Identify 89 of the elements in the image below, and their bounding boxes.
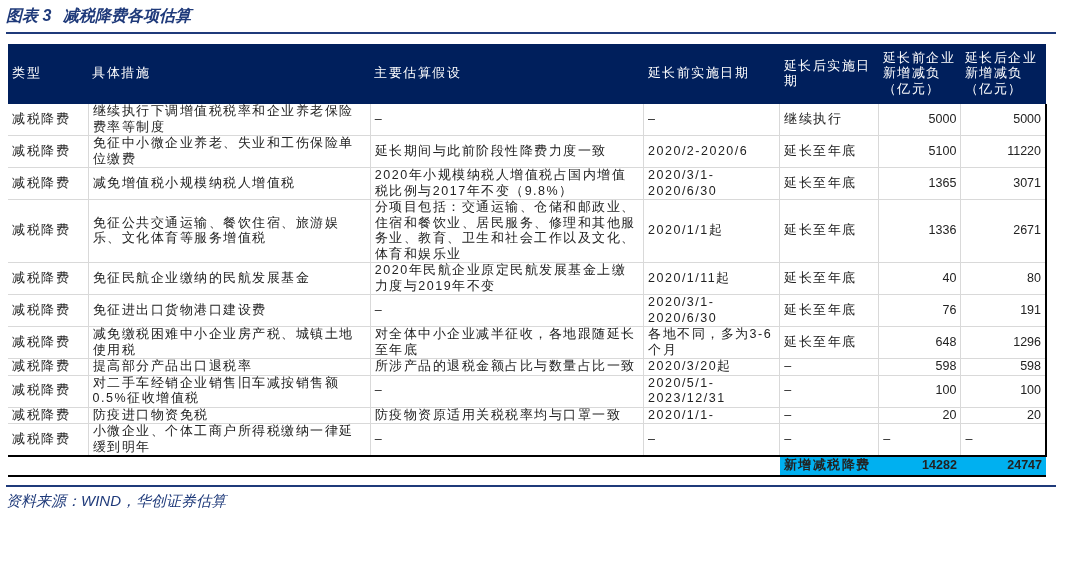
table-cell: – — [370, 294, 644, 327]
table-cell: 延长至年底 — [779, 262, 879, 295]
table-cell: 继续执行 — [779, 104, 879, 136]
table-cell: – — [779, 423, 879, 456]
total-value: 14282 — [878, 456, 961, 476]
table-cell: 减税降费 — [8, 167, 89, 200]
table-cell: 小微企业、个体工商户所得税缴纳一律延缓到明年 — [88, 423, 371, 456]
table-cell: 延长至年底 — [779, 167, 879, 200]
table-cell: 80 — [960, 262, 1046, 295]
table-cell: – — [643, 104, 780, 136]
table-cell: 延长至年底 — [779, 326, 879, 359]
table-cell: 5100 — [878, 135, 961, 168]
table-cell: 减税降费 — [8, 423, 89, 456]
table-cell: 防疫物资原适用关税税率均与口罩一致 — [370, 407, 644, 424]
table-cell: 1296 — [960, 326, 1046, 359]
table-cell: – — [370, 423, 644, 456]
table-cell: 648 — [878, 326, 961, 359]
table-cell: 免征中小微企业养老、失业和工伤保险单位缴费 — [88, 135, 371, 168]
table-cell: 免征公共交通运输、餐饮住宿、旅游娱乐、文化体育等服务增值税 — [88, 199, 371, 263]
table-cell: 2020/2-2020/6 — [643, 135, 780, 168]
table-cell: 5000 — [960, 104, 1046, 136]
table-cell: 延长期间与此前阶段性降费力度一致 — [370, 135, 644, 168]
table-cell: 1336 — [878, 199, 961, 263]
table-cell: 减税降费 — [8, 104, 89, 136]
table-cell: – — [878, 423, 961, 456]
table-cell: – — [643, 423, 780, 456]
total-label: 新增减税降费 — [779, 456, 879, 476]
column-header: 延长后企业新增减负（亿元） — [960, 44, 1046, 104]
table-cell: 分项目包括：交通运输、仓储和邮政业、住宿和餐饮业、居民服务、修理和其他服务业、教育、卫生和社会工作以及文化、体育和娱乐业 — [370, 199, 644, 263]
table-cell: 所涉产品的退税金额占比与数量占比一致 — [370, 358, 644, 375]
table-cell: 598 — [960, 358, 1046, 375]
table-cell: 减税降费 — [8, 326, 89, 359]
table-cell: 2020/1/1- — [643, 407, 780, 424]
table-cell: – — [370, 375, 644, 407]
table-cell: 20 — [878, 407, 961, 424]
table-cell: 免征进出口货物港口建设费 — [88, 294, 371, 327]
table-cell: 继续执行下调增值税税率和企业养老保险费率等制度 — [88, 104, 371, 136]
table-cell: 598 — [878, 358, 961, 375]
table-cell: 减免增值税小规模纳税人增值税 — [88, 167, 371, 200]
table-cell: 5000 — [878, 104, 961, 136]
column-header: 延长后实施日期 — [779, 44, 879, 104]
table-cell: 减税降费 — [8, 199, 89, 263]
table-cell: 减税降费 — [8, 262, 89, 295]
table-cell: 减税降费 — [8, 294, 89, 327]
table-cell: 延长至年底 — [779, 199, 879, 263]
table-cell: 提高部分产品出口退税率 — [88, 358, 371, 375]
table-cell: 2020/3/20起 — [643, 358, 780, 375]
table-cell: 2020/3/1-2020/6/30 — [643, 167, 780, 200]
table-cell: 20 — [960, 407, 1046, 424]
table-cell: 对二手车经销企业销售旧车减按销售额0.5%征收增值税 — [88, 375, 371, 407]
table-cell: – — [779, 358, 879, 375]
column-header: 类型 — [8, 44, 89, 104]
table-cell: 各地不同，多为3-6个月 — [643, 326, 780, 359]
table-cell: 2020/3/1-2020/6/30 — [643, 294, 780, 327]
table-cell: 2671 — [960, 199, 1046, 263]
table-cell: 减税降费 — [8, 407, 89, 424]
table-cell: 1365 — [878, 167, 961, 200]
table-cell: 2020年小规模纳税人增值税占国内增值税比例与2017年不变（9.8%） — [370, 167, 644, 200]
table-cell: – — [370, 104, 644, 136]
table-cell: 11220 — [960, 135, 1046, 168]
column-header: 延长前实施日期 — [643, 44, 780, 104]
table-cell: 免征民航企业缴纳的民航发展基金 — [88, 262, 371, 295]
figure-title: 减税降费各项估算 — [63, 6, 192, 26]
table-cell: 减税降费 — [8, 135, 89, 168]
table-cell: 100 — [960, 375, 1046, 407]
table-cell: 减免缴税困难中小企业房产税、城镇土地使用税 — [88, 326, 371, 359]
column-header: 具体措施 — [88, 44, 371, 104]
column-header: 主要估算假设 — [370, 44, 644, 104]
table-cell: 延长至年底 — [779, 135, 879, 168]
table-cell: 40 — [878, 262, 961, 295]
table-cell: 对全体中小企业减半征收，各地跟随延长至年底 — [370, 326, 644, 359]
table-cell: 2020/1/1起 — [643, 199, 780, 263]
table-cell: 2020/5/1-2023/12/31 — [643, 375, 780, 407]
table-cell: 191 — [960, 294, 1046, 327]
table-cell: 防疫进口物资免税 — [88, 407, 371, 424]
table-cell: 2020年民航企业原定民航发展基金上缴力度与2019年不变 — [370, 262, 644, 295]
table-cell: 3071 — [960, 167, 1046, 200]
table-cell: – — [779, 375, 879, 407]
table-cell: – — [779, 407, 879, 424]
table-cell: 76 — [878, 294, 961, 327]
table-cell: 2020/1/11起 — [643, 262, 780, 295]
table-cell: 减税降费 — [8, 375, 89, 407]
table-cell: 减税降费 — [8, 358, 89, 375]
total-value: 24747 — [960, 456, 1046, 476]
source-note: 资料来源：WIND，华创证券估算 — [6, 492, 226, 509]
figure-label: 图表 3 — [6, 6, 52, 26]
table-cell: 延长至年底 — [779, 294, 879, 327]
table-cell: 100 — [878, 375, 961, 407]
column-header: 延长前企业新增减负（亿元） — [878, 44, 961, 104]
